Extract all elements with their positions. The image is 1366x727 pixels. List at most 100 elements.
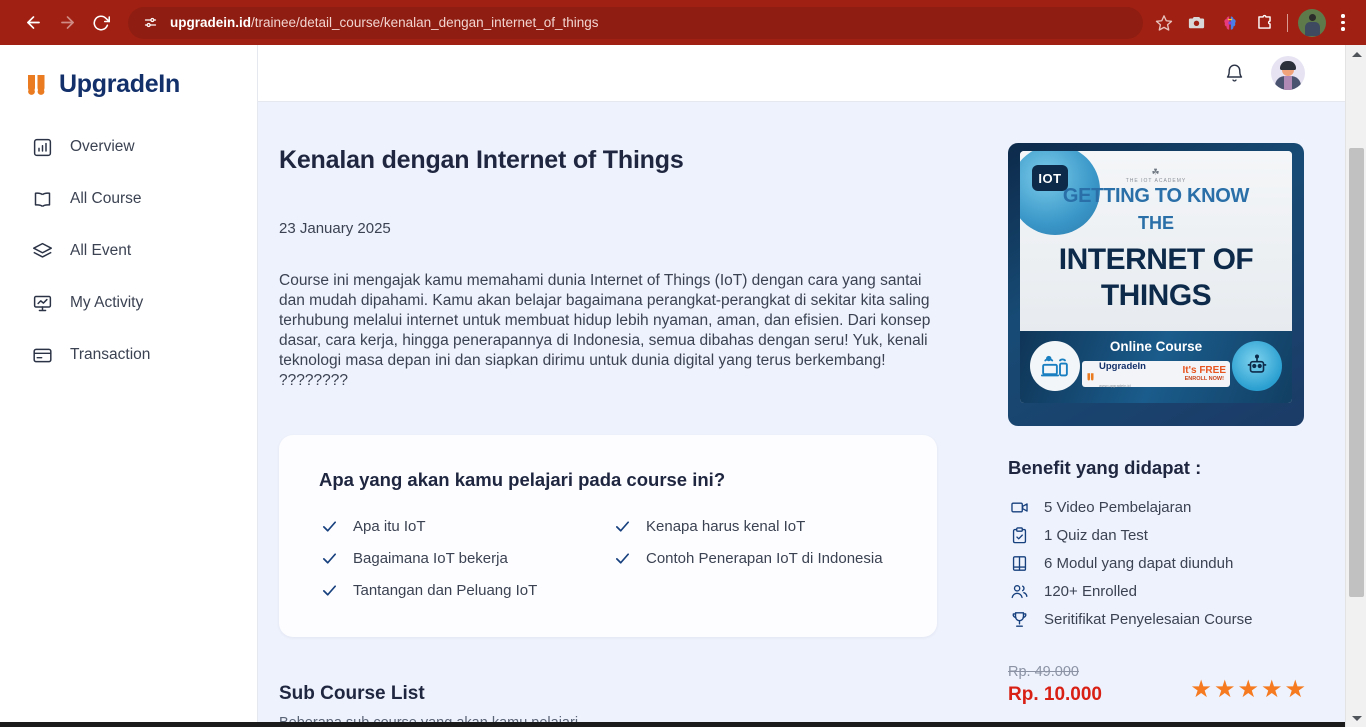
robot-icon xyxy=(1232,341,1282,391)
banner-line-4: THINGS xyxy=(1100,279,1212,312)
page-content: Kenalan dengan Internet of Things 23 Jan… xyxy=(258,102,1345,727)
learning-objectives-title: Apa yang akan kamu pelajari pada course … xyxy=(319,469,726,490)
list-item-label: Seritifikat Penyelesaian Course xyxy=(1044,610,1253,628)
banner-strip-url: www.upgradein.id xyxy=(1099,383,1131,388)
logo-glyph-icon xyxy=(1087,372,1094,380)
layers-icon xyxy=(30,239,54,263)
list-item-label: 1 Quiz dan Test xyxy=(1044,526,1148,544)
banner-line-3: INTERNET OF xyxy=(1058,243,1254,276)
star-icon: ★ xyxy=(1213,676,1236,703)
ai-assistant-button[interactable] xyxy=(1215,8,1245,38)
browser-toolbar: upgradein.id/trainee/detail_course/kenal… xyxy=(0,0,1366,45)
iot-devices-icon xyxy=(1030,341,1080,391)
toolbar-separator xyxy=(1287,13,1288,32)
profile-avatar-body xyxy=(1305,21,1320,36)
page-bottom-edge xyxy=(0,722,1345,727)
sub-course-heading: Sub Course List xyxy=(279,683,425,704)
brand-name: UpgradeIn xyxy=(59,69,180,98)
browser-profile-avatar[interactable] xyxy=(1298,8,1326,37)
course-detail-column: Kenalan dengan Internet of Things 23 Jan… xyxy=(279,102,959,727)
scrollbar-thumb[interactable] xyxy=(1349,148,1364,597)
chart-bar-icon xyxy=(30,135,54,159)
three-dot-menu-icon xyxy=(1341,14,1345,18)
browser-menu-button[interactable] xyxy=(1330,8,1356,38)
browser-forward-button[interactable] xyxy=(50,6,84,40)
list-item-label: Kenapa harus kenal IoT xyxy=(646,517,806,535)
banner-free-badge: It's FREE ENROLL NOW! xyxy=(1179,365,1227,383)
sidebar-item-label: My Activity xyxy=(70,294,144,311)
site-settings-button[interactable] xyxy=(140,13,160,33)
upgradein-logo-mark xyxy=(24,69,54,99)
sidebar-item-overview[interactable]: Overview xyxy=(0,127,257,167)
banner-brand-mini: ☘ THE IOT ACADEMY xyxy=(1020,167,1292,184)
upgradein-logo-mark-small xyxy=(1086,369,1097,380)
banner-strip-logo-name: UpgradeIn xyxy=(1099,361,1146,372)
sidebar-item-all-event[interactable]: All Event xyxy=(0,231,257,271)
check-icon xyxy=(319,580,339,600)
video-camera-icon xyxy=(1008,496,1030,518)
sidebar-item-label: All Event xyxy=(70,242,132,259)
star-icon: ★ xyxy=(1260,676,1283,703)
list-item-label: Tantangan dan Peluang IoT xyxy=(353,581,538,599)
rating-stars: ★ ★ ★ ★ ★ xyxy=(1190,678,1306,702)
price-block: Rp. 49.000 Rp. 10.000 xyxy=(1008,664,1102,706)
star-icon: ★ xyxy=(1190,676,1212,703)
banner-line-1: GETTING TO KNOW xyxy=(1062,185,1250,207)
banner-enroll-label: ENROLL NOW! xyxy=(1184,376,1224,382)
course-description: Course ini mengajak kamu memahami dunia … xyxy=(279,272,931,389)
sidebar-item-my-activity[interactable]: My Activity xyxy=(0,283,257,323)
current-price: Rp. 10.000 xyxy=(1008,684,1102,705)
url-path: /trainee/detail_course/kenalan_dengan_in… xyxy=(251,15,599,30)
sidebar-item-transaction[interactable]: Transaction xyxy=(0,335,257,375)
list-item: 5 Video Pembelajaran xyxy=(1008,493,1306,521)
list-item: Contoh Penerapan IoT di Indonesia xyxy=(612,549,897,567)
list-item: Kenapa harus kenal IoT xyxy=(612,517,897,535)
url-domain: upgradein.id xyxy=(170,15,251,30)
trophy-icon xyxy=(1008,608,1030,630)
list-item: Apa itu IoT xyxy=(319,517,612,535)
banner-free-label: It's FREE xyxy=(1182,365,1227,376)
star-icon: ★ xyxy=(1284,676,1306,703)
url-text: upgradein.id/trainee/detail_course/kenal… xyxy=(170,15,599,30)
benefits-title: Benefit yang didapat : xyxy=(1008,457,1202,478)
course-date: 23 January 2025 xyxy=(279,220,391,237)
sidebar-item-all-course[interactable]: All Course xyxy=(0,179,257,219)
scroll-down-button[interactable] xyxy=(1346,709,1366,727)
back-arrow-icon xyxy=(26,16,40,29)
notification-button[interactable] xyxy=(1221,60,1247,86)
browser-back-button[interactable] xyxy=(16,6,50,40)
pricing-row: Rp. 49.000 Rp. 10.000 ★ ★ ★ ★ ★ xyxy=(1008,664,1306,706)
list-item-label: 5 Video Pembelajaran xyxy=(1044,498,1192,516)
banner-strip-badges: UpgradeIn www.upgradein.id It's FREE ENR… xyxy=(1082,361,1230,388)
profile-avatar-head xyxy=(1309,13,1316,21)
screenshot-button[interactable] xyxy=(1181,8,1211,38)
sidebar-item-label: Transaction xyxy=(70,346,151,363)
list-item-label: 120+ Enrolled xyxy=(1044,582,1137,600)
scroll-up-button[interactable] xyxy=(1346,45,1366,63)
browser-reload-button[interactable] xyxy=(84,6,118,40)
brand-logo[interactable]: UpgradeIn xyxy=(0,45,257,103)
list-item: 6 Modul yang dapat diunduh xyxy=(1008,549,1306,577)
banner-bottom-strip: Online Course UpgradeIn www.upgradein.id… xyxy=(1020,331,1292,403)
banner-inner: IOT ☘ THE IOT ACADEMY GETTING TO KNOW TH… xyxy=(1020,151,1292,403)
check-icon xyxy=(612,516,632,536)
user-avatar[interactable] xyxy=(1271,56,1305,90)
learning-objectives-card: Apa yang akan kamu pelajari pada course … xyxy=(279,435,937,637)
course-sidebar-column: IOT ☘ THE IOT ACADEMY GETTING TO KNOW TH… xyxy=(1008,102,1306,727)
page-scrollbar[interactable] xyxy=(1345,45,1366,727)
bookmark-button[interactable] xyxy=(1151,10,1177,36)
banner-strip-brand: UpgradeIn www.upgradein.id xyxy=(1086,356,1179,392)
star-icon xyxy=(1155,14,1173,31)
address-bar[interactable]: upgradein.id/trainee/detail_course/kenal… xyxy=(128,6,1143,39)
credit-card-icon xyxy=(30,343,54,367)
logo-glyph-icon xyxy=(28,75,45,95)
bell-icon xyxy=(1226,64,1242,82)
scroll-down-arrow-icon xyxy=(1351,715,1362,721)
list-item: 1 Quiz dan Test xyxy=(1008,521,1306,549)
extensions-button[interactable] xyxy=(1249,8,1279,38)
reload-icon xyxy=(93,15,110,31)
scroll-up-arrow-icon xyxy=(1351,51,1362,57)
page-title: Kenalan dengan Internet of Things xyxy=(279,146,684,174)
users-icon xyxy=(1008,580,1030,602)
list-item-label: Apa itu IoT xyxy=(353,517,426,535)
